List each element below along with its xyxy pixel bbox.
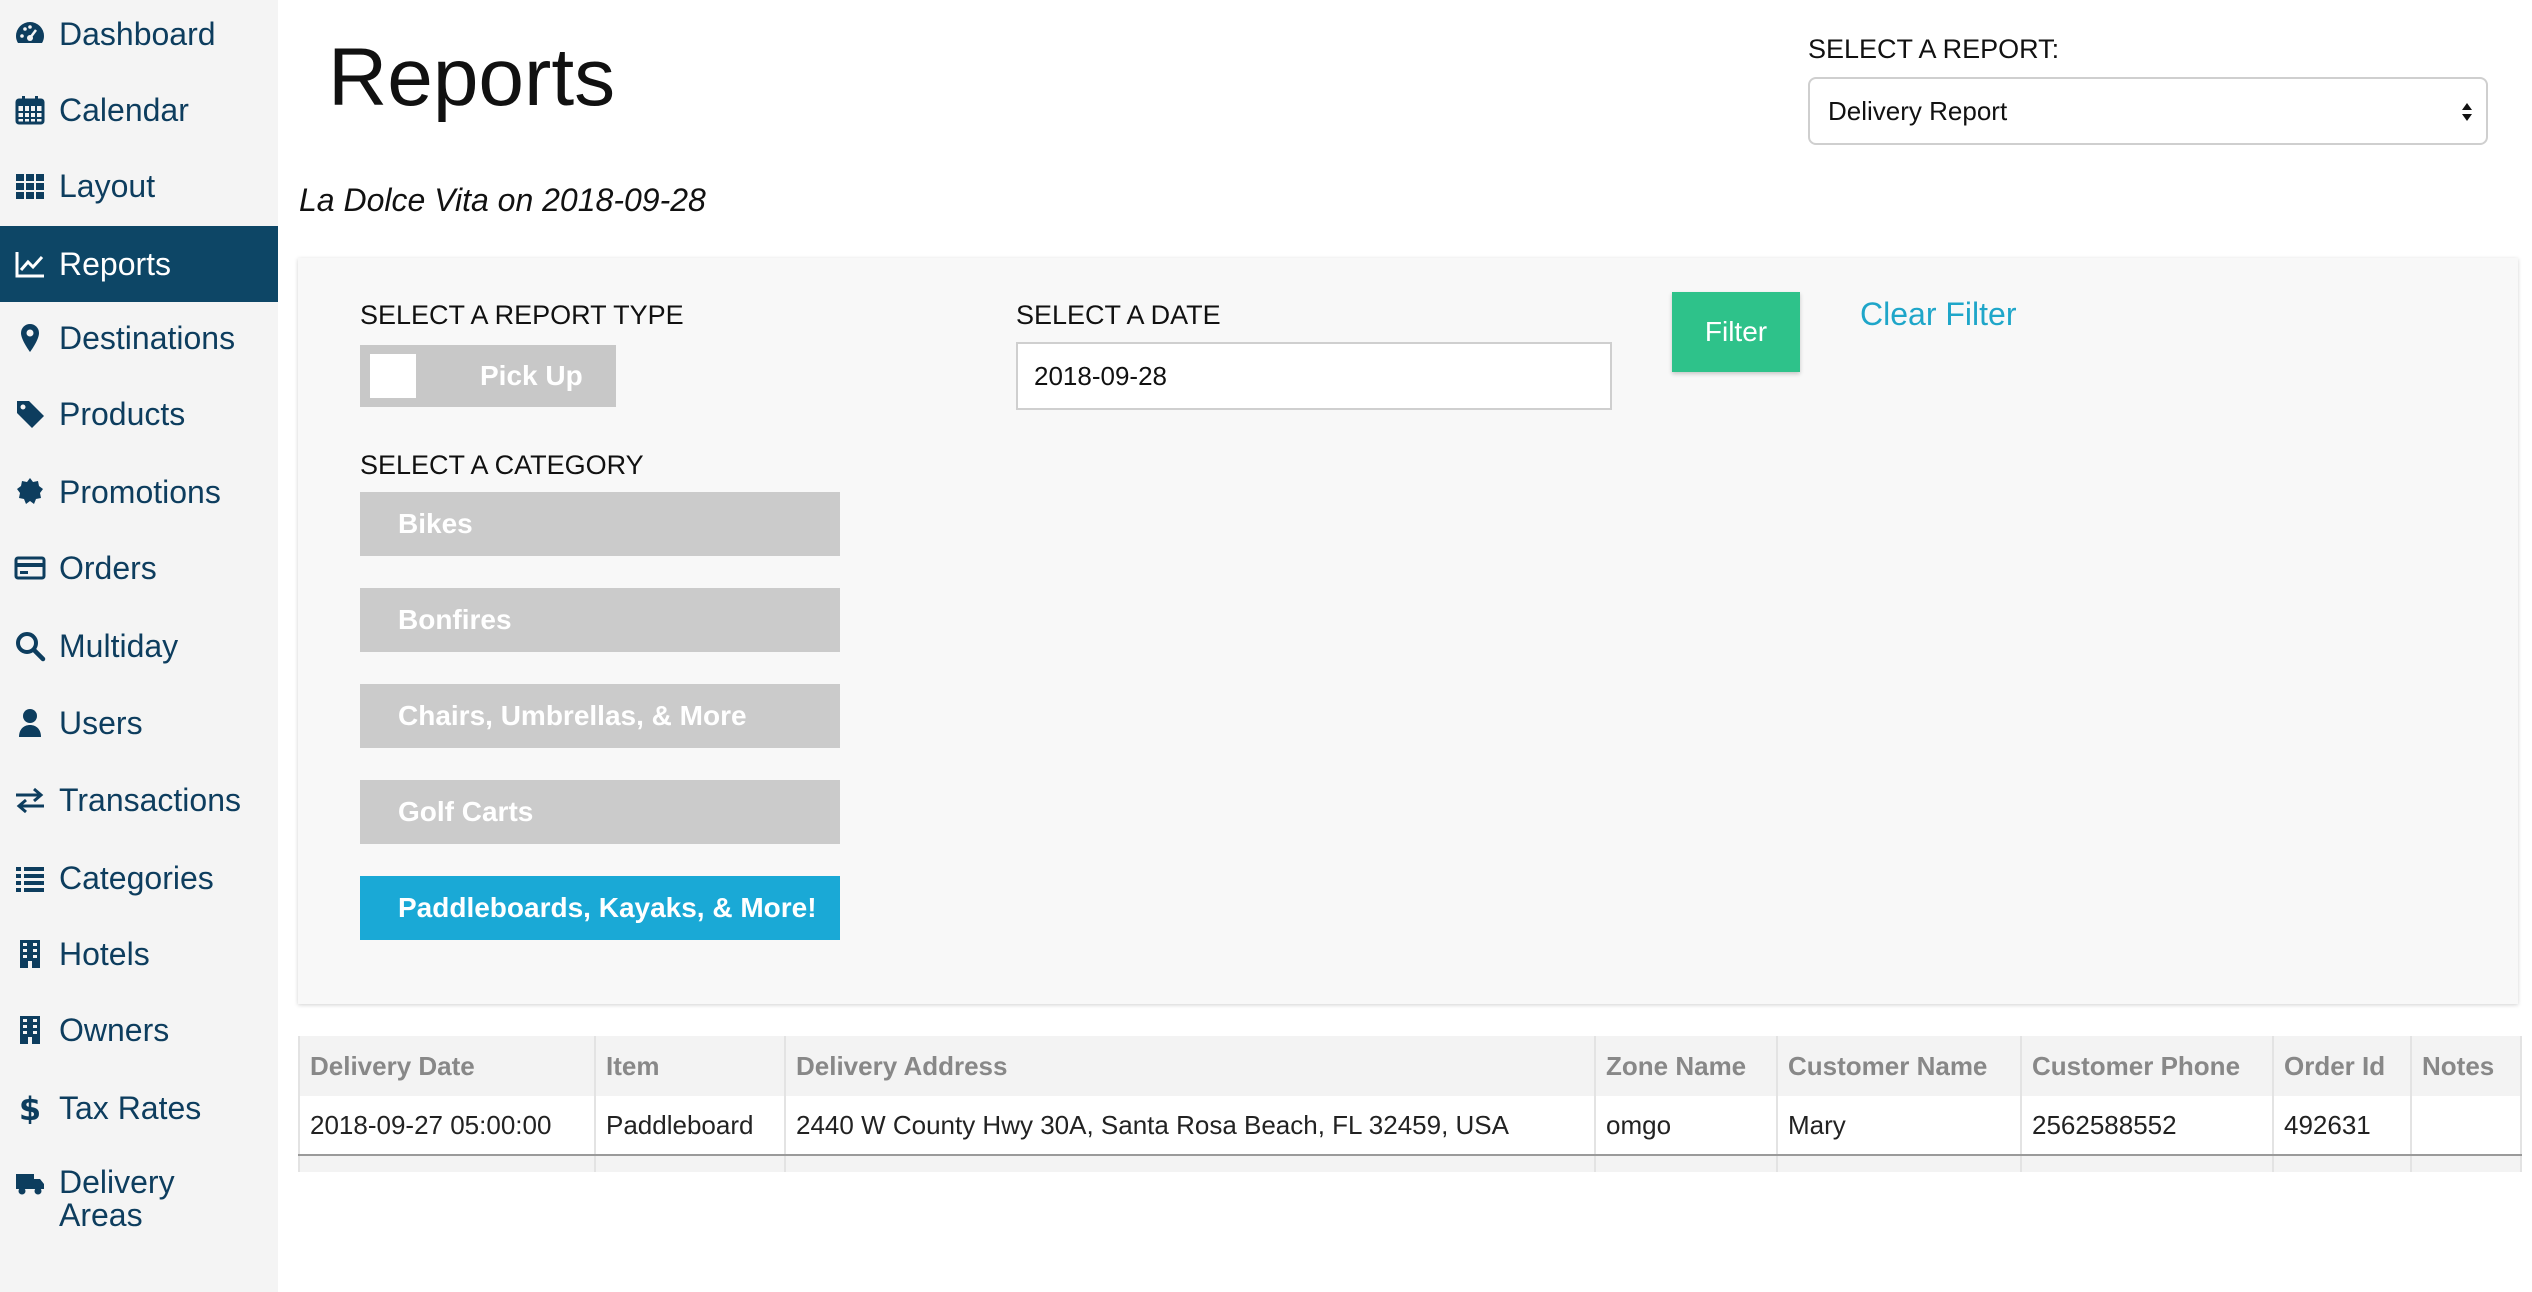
category-button-bikes[interactable]: Bikes <box>360 492 840 556</box>
table-cell: 2440 W County Hwy 30A, Santa Rosa Beach,… <box>784 1096 1595 1156</box>
table-cell: omgo <box>1594 1096 1777 1156</box>
column-header[interactable]: Zone Name <box>1594 1036 1777 1096</box>
table-cell: 492631 <box>2272 1096 2411 1156</box>
sidebar-item-label: Layout <box>59 168 156 204</box>
sidebar-item-label: Orders <box>59 550 157 586</box>
sidebar-item-products[interactable]: Products <box>0 376 278 452</box>
select-arrows-icon <box>2458 97 2476 127</box>
date-input-value: 2018-09-28 <box>1034 360 1167 391</box>
column-header[interactable]: Delivery Date <box>298 1036 595 1096</box>
dollar-icon: $ <box>13 1091 47 1125</box>
sidebar-item-label: Owners <box>59 1012 170 1048</box>
category-button-golf-carts[interactable]: Golf Carts <box>360 780 840 844</box>
toggle-label: Pick Up <box>480 360 583 391</box>
sidebar-item-label: Users <box>59 705 143 741</box>
exchange-icon <box>13 783 47 817</box>
building-icon <box>13 1013 47 1047</box>
sidebar-item-promotions[interactable]: Promotions <box>0 454 278 530</box>
sidebar-item-calendar[interactable]: Calendar <box>0 72 278 148</box>
svg-text:$: $ <box>19 1092 41 1124</box>
date-input[interactable]: 2018-09-28 <box>1016 342 1612 410</box>
report-subtitle: La Dolce Vita on 2018-09-28 <box>299 182 706 218</box>
sidebar-item-label: Calendar <box>59 92 189 128</box>
page-title: Reports <box>328 32 616 123</box>
sidebar-item-orders[interactable]: Orders <box>0 530 278 606</box>
table-cell: 2018-09-27 05:00:00 <box>298 1096 595 1156</box>
sidebar-item-label: Promotions <box>59 474 221 510</box>
chart-line-icon <box>13 247 47 281</box>
tag-icon <box>13 397 47 431</box>
report-select-label: SELECT A REPORT: <box>1808 34 2060 64</box>
sidebar-item-label: Transactions <box>59 782 241 818</box>
column-header[interactable]: Item <box>594 1036 785 1096</box>
sidebar-item-label: Destinations <box>59 320 236 356</box>
table-cell <box>2410 1096 2522 1156</box>
sidebar-item-transactions[interactable]: Transactions <box>0 762 278 838</box>
sidebar-item-label: Products <box>59 396 186 432</box>
column-header[interactable]: Notes <box>2410 1036 2522 1096</box>
column-header[interactable]: Customer Phone <box>2020 1036 2273 1096</box>
user-icon <box>13 706 47 740</box>
table-footer-row <box>298 1155 2522 1172</box>
column-header[interactable]: Customer Name <box>1776 1036 2021 1096</box>
category-button-paddleboards[interactable]: Paddleboards, Kayaks, & More! <box>360 876 840 940</box>
list-icon <box>13 861 47 895</box>
sidebar-item-hotels[interactable]: Hotels <box>0 916 278 992</box>
clear-filter-link[interactable]: Clear Filter <box>1860 296 2016 333</box>
date-label: SELECT A DATE <box>1016 300 1221 330</box>
sidebar-item-tax-rates[interactable]: $ Tax Rates <box>0 1070 278 1146</box>
table-row: 2018-09-27 05:00:00 Paddleboard 2440 W C… <box>298 1096 2522 1156</box>
filter-button[interactable]: Filter <box>1672 292 1800 372</box>
sidebar-item-owners[interactable]: Owners <box>0 992 278 1068</box>
report-type-toggle[interactable]: Pick Up <box>360 345 616 407</box>
table-cell: Mary <box>1776 1096 2021 1156</box>
report-select-value: Delivery Report <box>1828 95 2008 126</box>
category-button-chairs[interactable]: Chairs, Umbrellas, & More <box>360 684 840 748</box>
report-table: Delivery Date Item Delivery Address Zone… <box>298 1036 2522 1172</box>
sidebar: Dashboard Calendar Layout Reports Destin… <box>0 0 278 1292</box>
sidebar-item-multiday[interactable]: Multiday <box>0 608 278 684</box>
credit-card-icon <box>13 551 47 585</box>
sidebar-item-users[interactable]: Users <box>0 685 278 761</box>
sidebar-item-dashboard[interactable]: Dashboard <box>0 0 278 72</box>
sidebar-item-delivery-areas[interactable]: Delivery Areas <box>0 1150 278 1250</box>
table-cell: 2562588552 <box>2020 1096 2273 1156</box>
column-header[interactable]: Delivery Address <box>784 1036 1595 1096</box>
sidebar-item-destinations[interactable]: Destinations <box>0 300 278 376</box>
dashboard-icon <box>13 17 47 51</box>
sidebar-item-label: Hotels <box>59 936 150 972</box>
sidebar-item-label: Multiday <box>59 628 179 664</box>
certificate-icon <box>13 475 47 509</box>
category-button-bonfires[interactable]: Bonfires <box>360 588 840 652</box>
column-header[interactable]: Order Id <box>2272 1036 2411 1096</box>
report-select[interactable]: Delivery Report <box>1808 77 2488 145</box>
report-type-label: SELECT A REPORT TYPE <box>360 300 684 330</box>
building-icon <box>13 937 47 971</box>
sidebar-item-label: Tax Rates <box>59 1090 202 1126</box>
sidebar-item-label: Dashboard <box>59 16 216 52</box>
map-marker-icon <box>13 321 47 355</box>
toggle-knob <box>370 354 416 398</box>
sidebar-item-reports[interactable]: Reports <box>0 226 278 302</box>
sidebar-item-label: Reports <box>59 246 172 282</box>
table-header-row: Delivery Date Item Delivery Address Zone… <box>298 1036 2522 1096</box>
sidebar-item-layout[interactable]: Layout <box>0 148 278 224</box>
sidebar-item-label: Categories <box>59 860 214 896</box>
grid-icon <box>13 169 47 203</box>
category-label: SELECT A CATEGORY <box>360 450 644 480</box>
search-icon <box>13 629 47 663</box>
sidebar-item-categories[interactable]: Categories <box>0 840 278 916</box>
sidebar-item-label: Delivery Areas <box>59 1164 175 1233</box>
calendar-icon <box>13 93 47 127</box>
truck-icon <box>13 1166 47 1200</box>
table-cell: Paddleboard <box>594 1096 785 1156</box>
